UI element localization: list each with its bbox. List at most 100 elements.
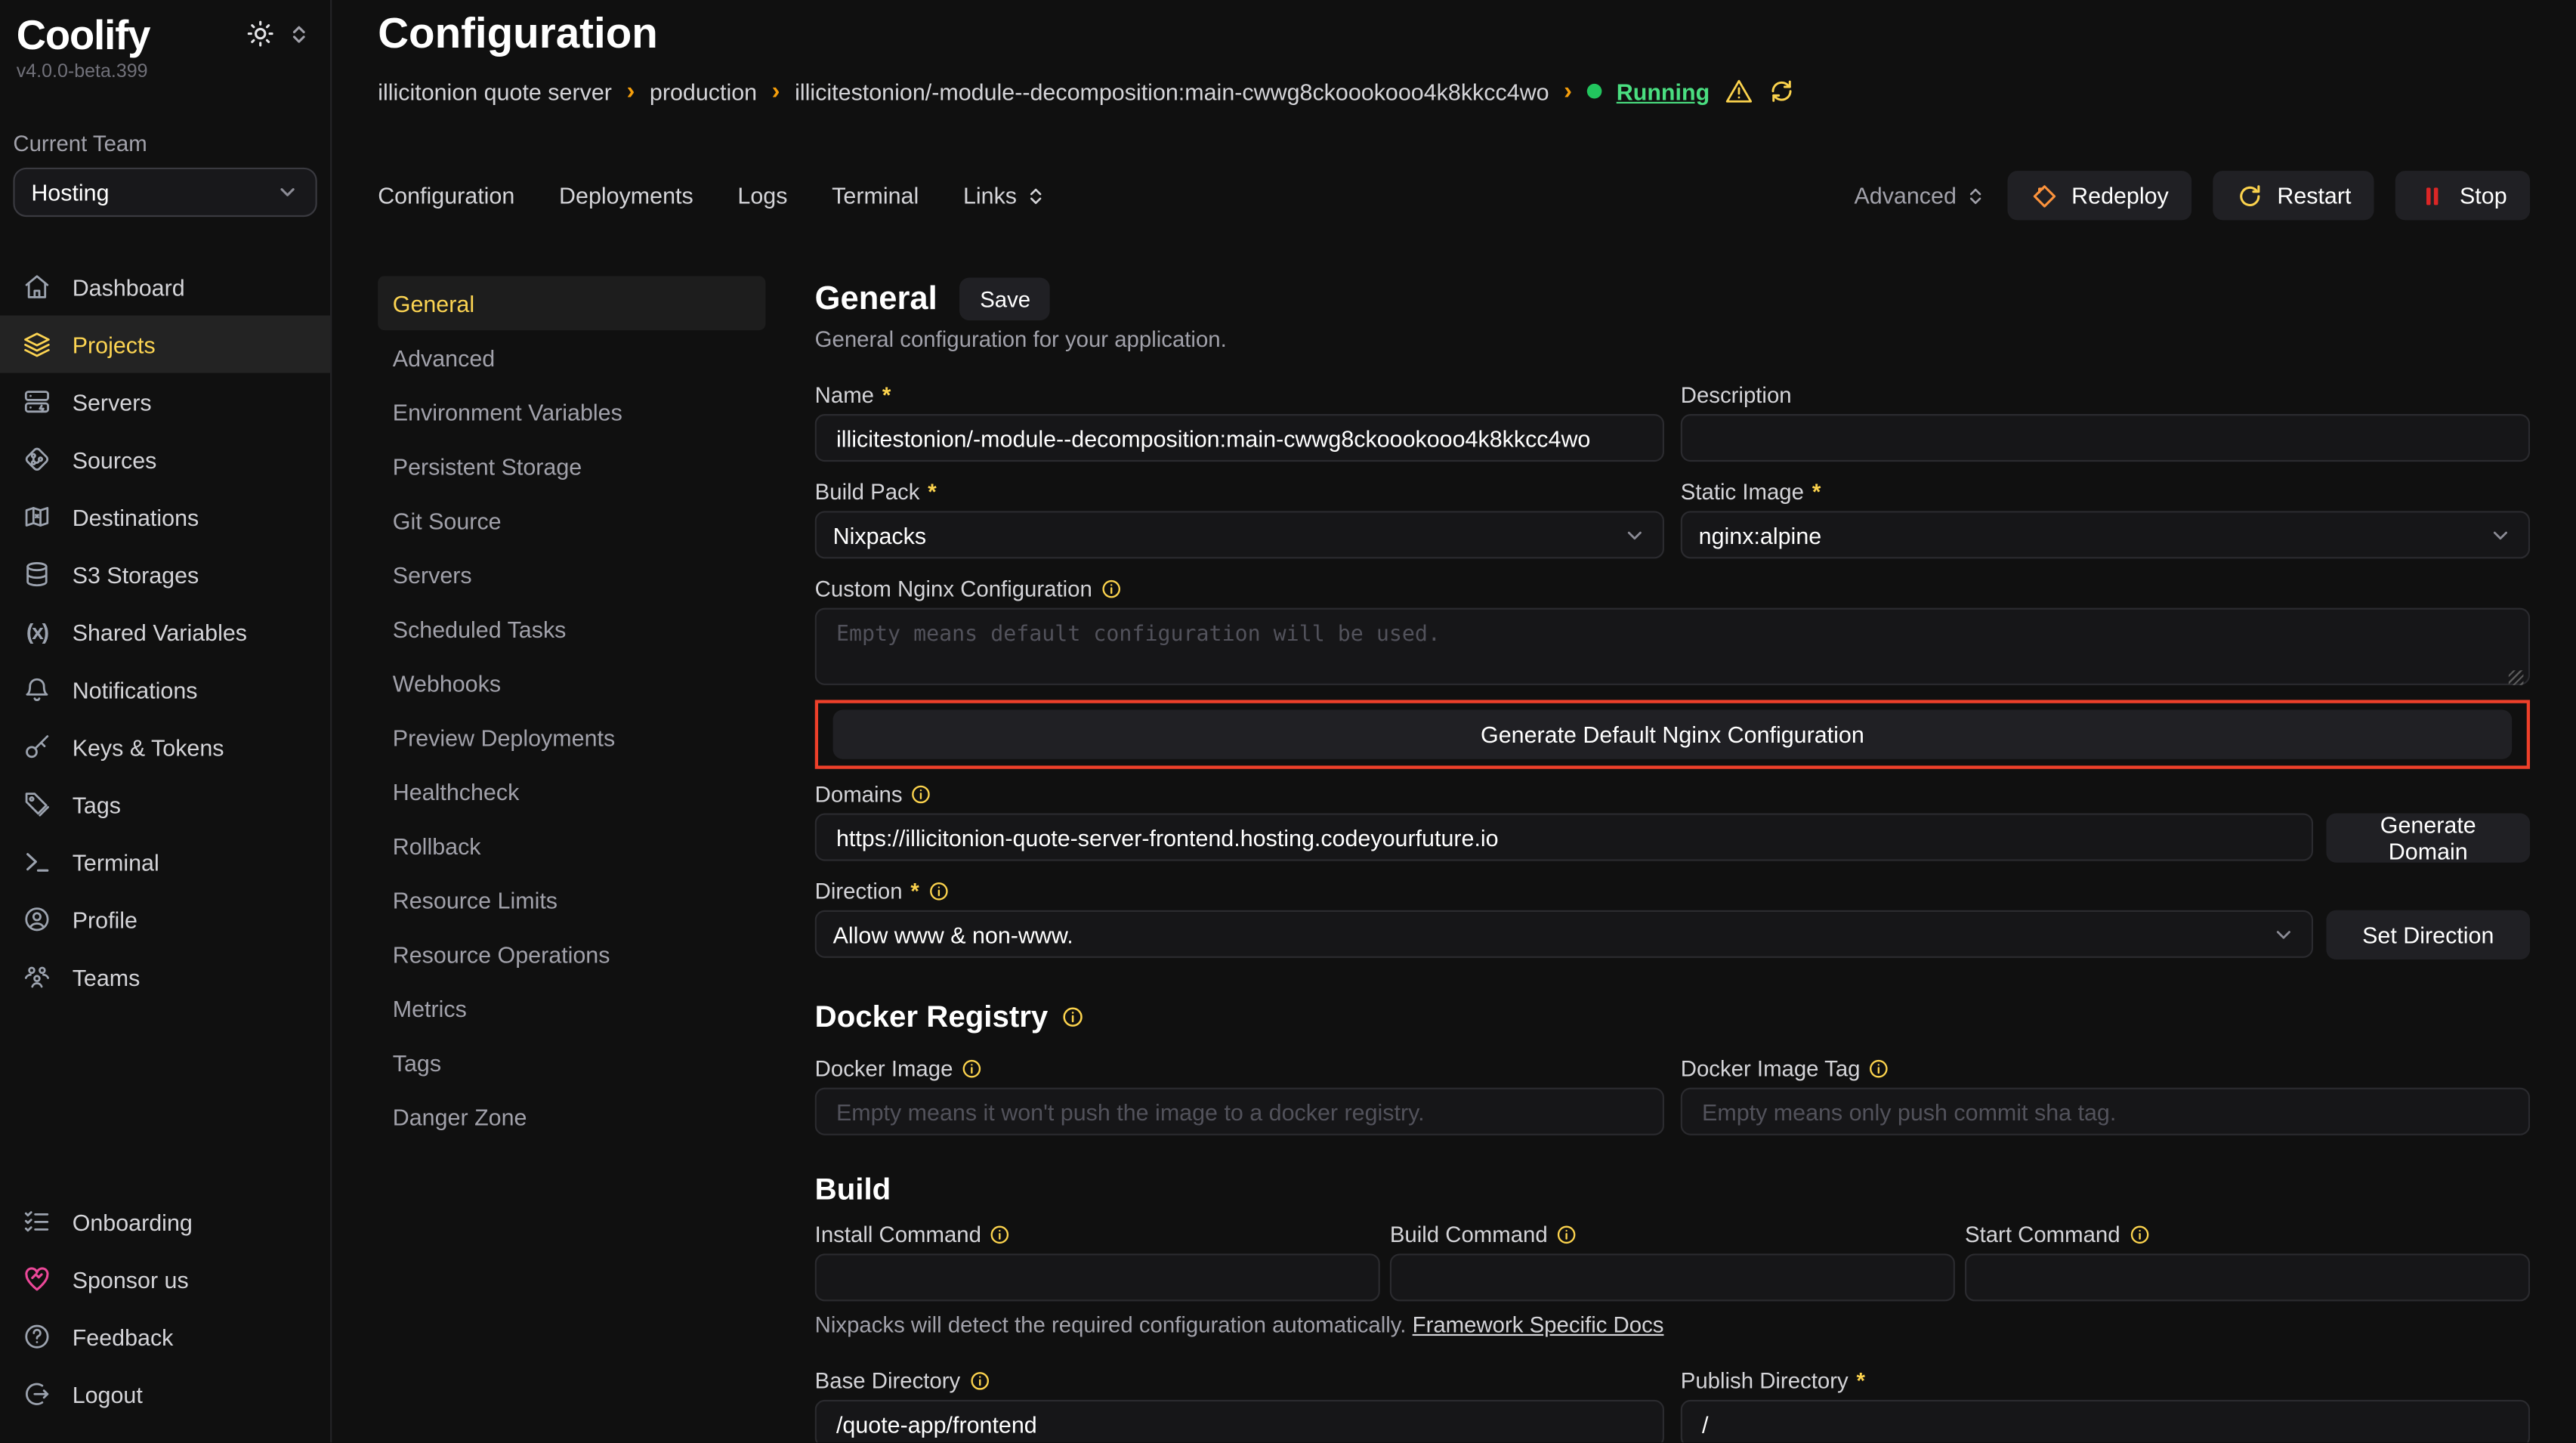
tab-deployments[interactable]: Deployments: [559, 182, 693, 209]
sidebar-item-label: Notifications: [73, 676, 198, 703]
general-config-form: General Save General configuration for y…: [815, 276, 2530, 1442]
domains-input[interactable]: [815, 813, 2313, 861]
set-direction-button[interactable]: Set Direction: [2326, 910, 2530, 959]
annotation-highlight-box: Generate Default Nginx Configuration: [815, 700, 2530, 768]
subnav-item-scheduled-tasks[interactable]: Scheduled Tasks: [378, 601, 765, 656]
redeploy-button[interactable]: Redeploy: [2007, 171, 2191, 220]
subnav-item-advanced[interactable]: Advanced: [378, 330, 765, 385]
sidebar-item-teams[interactable]: Teams: [0, 948, 330, 1006]
build-pack-select[interactable]: Nixpacks: [815, 511, 1664, 558]
docker-image-input[interactable]: [815, 1088, 1664, 1136]
subnav-item-general[interactable]: General: [378, 276, 765, 330]
parentheses-x-icon: (x): [23, 620, 51, 644]
build-command-input[interactable]: [1390, 1253, 1955, 1301]
sidebar-item-sponsor[interactable]: Sponsor us: [0, 1250, 330, 1308]
sidebar-item-keys-tokens[interactable]: Keys & Tokens: [0, 718, 330, 775]
subnav-item-git-source[interactable]: Git Source: [378, 493, 765, 547]
sidebar-item-label: Sponsor us: [73, 1266, 189, 1293]
tab-links[interactable]: Links: [963, 182, 1046, 209]
app-version: v4.0.0-beta.399: [0, 63, 330, 82]
section-subtitle: General configuration for your applicati…: [815, 327, 2530, 352]
status-running-link[interactable]: Running: [1617, 78, 1710, 104]
subnav-item-environment-variables[interactable]: Environment Variables: [378, 385, 765, 439]
build-command-label: Build Command: [1390, 1221, 1955, 1249]
sidebar-item-onboarding[interactable]: Onboarding: [0, 1193, 330, 1250]
sidebar-item-label: Teams: [73, 963, 141, 990]
sidebar-item-tags[interactable]: Tags: [0, 775, 330, 833]
sidebar-item-destinations[interactable]: Destinations: [0, 488, 330, 545]
restart-button[interactable]: Restart: [2213, 171, 2374, 220]
sidebar-item-notifications[interactable]: Notifications: [0, 660, 330, 718]
theme-sun-icon[interactable]: [246, 20, 274, 48]
nginx-config-textarea[interactable]: [815, 608, 2530, 685]
subnav-item-servers[interactable]: Servers: [378, 547, 765, 601]
info-icon: [961, 1058, 982, 1080]
docker-image-tag-input[interactable]: [1681, 1088, 2530, 1136]
base-directory-label: Base Directory: [815, 1367, 1664, 1395]
base-directory-input[interactable]: [815, 1400, 1664, 1443]
section-heading-docker-registry: Docker Registry: [815, 999, 2530, 1035]
install-command-input[interactable]: [815, 1253, 1380, 1301]
app-logo: Coolify: [17, 13, 150, 59]
team-select-value: Hosting: [31, 179, 109, 205]
breadcrumb-application[interactable]: illicitestonion/-module--decomposition:m…: [795, 78, 1549, 104]
tab-logs[interactable]: Logs: [737, 182, 787, 209]
subnav-item-metrics[interactable]: Metrics: [378, 981, 765, 1035]
info-icon: [910, 783, 931, 805]
coolify-app: Coolify v4.0.0-beta.399 Current Team Hos…: [0, 0, 2576, 1443]
publish-directory-input[interactable]: [1681, 1400, 2530, 1443]
sidebar-item-dashboard[interactable]: Dashboard: [0, 258, 330, 315]
sidebar-item-logout[interactable]: Logout: [0, 1365, 330, 1423]
build-note: Nixpacks will detect the required config…: [815, 1313, 2530, 1338]
description-label: Description: [1681, 382, 2530, 409]
description-input[interactable]: [1681, 414, 2530, 462]
save-button[interactable]: Save: [960, 278, 1050, 321]
subnav-item-resource-operations[interactable]: Resource Operations: [378, 927, 765, 981]
sidebar-item-feedback[interactable]: Feedback: [0, 1308, 330, 1365]
name-input[interactable]: [815, 414, 1664, 462]
subnav-item-webhooks[interactable]: Webhooks: [378, 656, 765, 710]
subnav-item-healthcheck[interactable]: Healthcheck: [378, 764, 765, 818]
subnav-item-persistent-storage[interactable]: Persistent Storage: [378, 439, 765, 493]
framework-docs-link[interactable]: Framework Specific Docs: [1413, 1313, 1664, 1338]
subnav-item-preview-deployments[interactable]: Preview Deployments: [378, 709, 765, 764]
subnav-item-rollback[interactable]: Rollback: [378, 818, 765, 873]
start-command-input[interactable]: [1965, 1253, 2530, 1301]
sidebar-item-servers[interactable]: Servers: [0, 373, 330, 431]
tab-configuration[interactable]: Configuration: [378, 182, 514, 209]
sidebar-item-terminal[interactable]: Terminal: [0, 833, 330, 891]
sidebar-item-label: S3 Storages: [73, 561, 199, 588]
direction-select[interactable]: Allow www & non-www.: [815, 910, 2313, 958]
chevron-down-icon: [2489, 524, 2512, 546]
info-icon: [968, 1370, 990, 1392]
tab-terminal[interactable]: Terminal: [832, 182, 919, 209]
breadcrumb-environment[interactable]: production: [650, 78, 757, 104]
refresh-icon[interactable]: [1767, 77, 1795, 105]
generate-domain-button[interactable]: Generate Domain: [2326, 813, 2530, 862]
sidebar-item-s3-storages[interactable]: S3 Storages: [0, 545, 330, 603]
breadcrumb-separator: ›: [1564, 77, 1572, 105]
generate-nginx-config-button[interactable]: Generate Default Nginx Configuration: [833, 709, 2513, 759]
static-image-select[interactable]: nginx:alpine: [1681, 511, 2530, 558]
breadcrumb: illicitonion quote server › production ›…: [378, 77, 1795, 105]
stop-button[interactable]: Stop: [2395, 171, 2530, 220]
team-select[interactable]: Hosting: [13, 168, 317, 217]
stop-icon: [2419, 181, 2447, 209]
advanced-dropdown[interactable]: Advanced: [1854, 182, 1986, 209]
info-icon: [928, 881, 949, 902]
checklist-icon: [23, 1207, 51, 1235]
subnav-item-resource-limits[interactable]: Resource Limits: [378, 873, 765, 927]
resource-tabs: Configuration Deployments Logs Terminal …: [378, 171, 1046, 220]
subnav-item-danger-zone[interactable]: Danger Zone: [378, 1089, 765, 1144]
sidebar-item-projects[interactable]: Projects: [0, 316, 330, 373]
nginx-config-label: Custom Nginx Configuration: [815, 575, 2530, 603]
docker-image-tag-label: Docker Image Tag: [1681, 1055, 2530, 1083]
subnav-item-tags[interactable]: Tags: [378, 1035, 765, 1089]
theme-switcher-chevrons-icon[interactable]: [288, 22, 310, 45]
resize-handle[interactable]: [2509, 670, 2524, 685]
status-dot: [1587, 84, 1602, 99]
sidebar-item-sources[interactable]: Sources: [0, 431, 330, 488]
sidebar-item-shared-variables[interactable]: (x) Shared Variables: [0, 603, 330, 660]
breadcrumb-project[interactable]: illicitonion quote server: [378, 78, 612, 104]
sidebar-item-profile[interactable]: Profile: [0, 891, 330, 948]
